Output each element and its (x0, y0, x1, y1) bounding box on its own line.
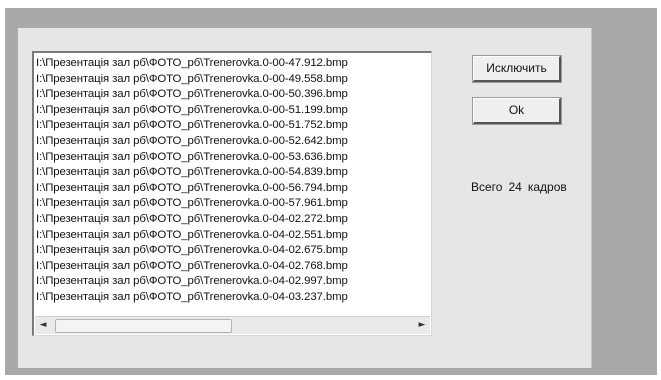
frame-count-summary: Всего 24 кадров (471, 180, 573, 194)
list-item[interactable]: I:\Презентація зал рб\ФОТО_рб\Trenerovka… (36, 87, 429, 103)
frame-count: 24 (508, 180, 522, 194)
list-item[interactable]: I:\Презентація зал рб\ФОТО_рб\Trenerovka… (36, 274, 429, 290)
list-item[interactable]: I:\Презентація зал рб\ФОТО_рб\Trenerovka… (36, 134, 429, 150)
summary-suffix: кадров (527, 180, 567, 194)
exclude-button[interactable]: Исключить (472, 55, 562, 83)
ok-button[interactable]: Ok (472, 97, 562, 125)
dialog-panel: I:\Презентація зал рб\ФОТО_рб\Trenerovka… (18, 28, 592, 368)
scrollbar-thumb[interactable] (55, 319, 232, 333)
scroll-left-arrow-icon[interactable]: ◄ (35, 317, 51, 334)
list-item[interactable]: I:\Презентація зал рб\ФОТО_рб\Trenerovka… (36, 228, 429, 244)
list-item[interactable]: I:\Презентація зал рб\ФОТО_рб\Trenerovka… (36, 196, 429, 212)
list-item[interactable]: I:\Презентація зал рб\ФОТО_рб\Trenerovka… (36, 150, 429, 166)
list-item[interactable]: I:\Презентація зал рб\ФОТО_рб\Trenerovka… (36, 72, 429, 88)
list-item[interactable]: I:\Презентація зал рб\ФОТО_рб\Trenerovka… (36, 259, 429, 275)
summary-prefix: Всего (471, 180, 503, 194)
file-list[interactable]: I:\Презентація зал рб\ФОТО_рб\Trenerovka… (32, 51, 432, 336)
file-list-items: I:\Презентація зал рб\ФОТО_рб\Trenerovka… (36, 56, 429, 306)
list-item[interactable]: I:\Презентація зал рб\ФОТО_рб\Trenerovka… (36, 165, 429, 181)
list-item[interactable]: I:\Презентація зал рб\ФОТО_рб\Trenerovka… (36, 181, 429, 197)
list-item[interactable]: I:\Презентація зал рб\ФОТО_рб\Trenerovka… (36, 56, 429, 72)
list-item[interactable]: I:\Презентація зал рб\ФОТО_рб\Trenerovka… (36, 103, 429, 119)
horizontal-scrollbar[interactable]: ◄ ► (35, 316, 430, 334)
window-frame: I:\Презентація зал рб\ФОТО_рб\Trenerovka… (5, 8, 657, 375)
list-item[interactable]: I:\Презентація зал рб\ФОТО_рб\Trenerovka… (36, 212, 429, 228)
list-item[interactable]: I:\Презентація зал рб\ФОТО_рб\Trenerovka… (36, 290, 429, 306)
list-item[interactable]: I:\Презентація зал рб\ФОТО_рб\Trenerovka… (36, 243, 429, 259)
list-item[interactable]: I:\Презентація зал рб\ФОТО_рб\Trenerovka… (36, 118, 429, 134)
scroll-right-arrow-icon[interactable]: ► (414, 317, 430, 334)
